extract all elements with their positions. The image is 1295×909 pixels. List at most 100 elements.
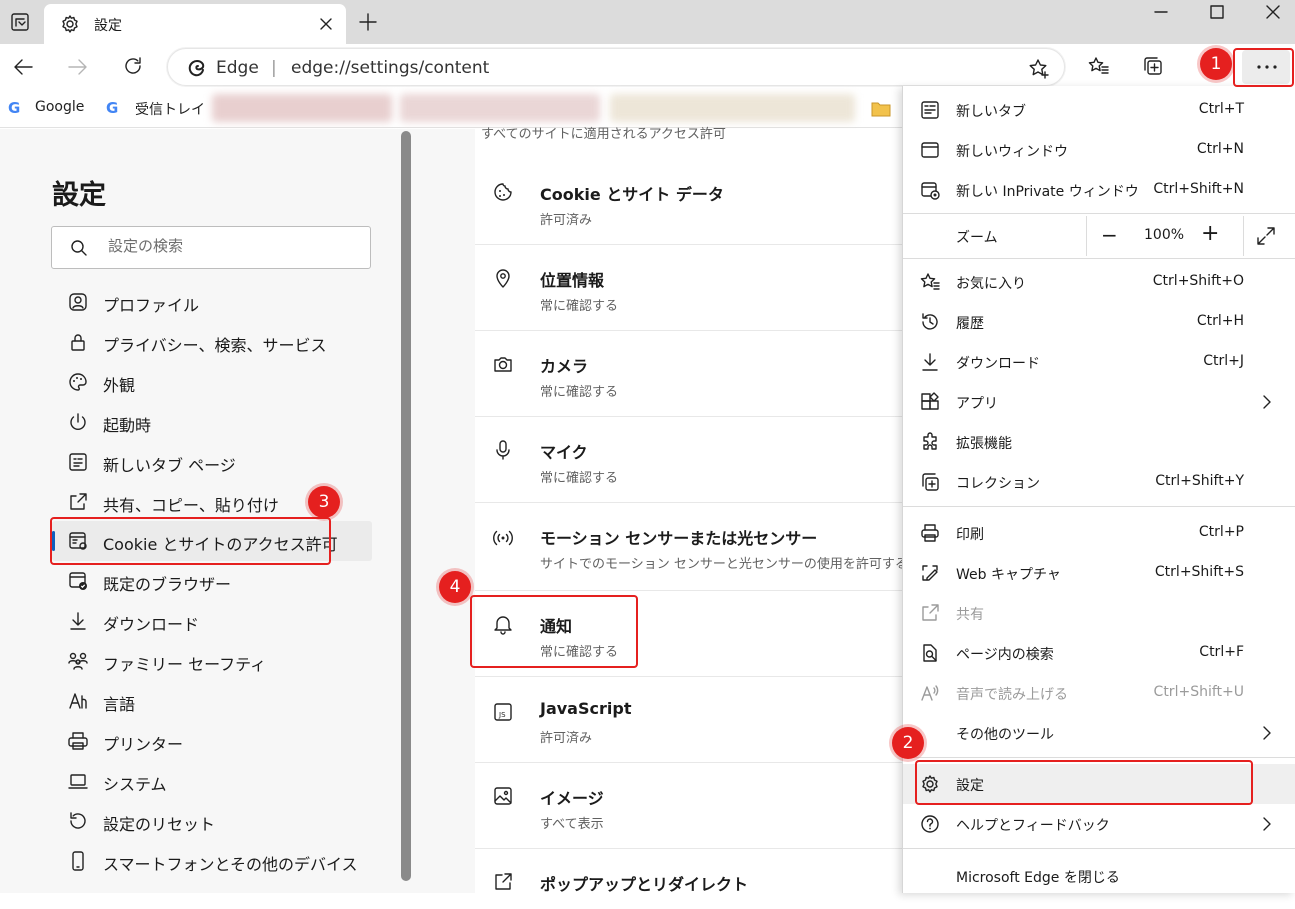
forward-icon[interactable] [67, 56, 89, 78]
search-icon [71, 240, 87, 256]
permission-camera[interactable]: カメラ 常に確認する [475, 331, 915, 417]
permission-title: イメージ [540, 789, 604, 808]
menu-read-aloud[interactable]: 音声で読み上げる Ctrl+Shift+U [903, 673, 1295, 713]
tab-actions-icon[interactable] [10, 12, 30, 32]
site-brand: Edge [216, 58, 259, 78]
nav-downloads[interactable]: ダウンロード [52, 601, 372, 641]
permission-images[interactable]: イメージ すべて表示 [475, 763, 915, 849]
permission-javascript[interactable]: JS JavaScript 許可済み [475, 677, 915, 763]
favorites-icon[interactable] [1087, 55, 1109, 77]
family-icon [68, 652, 88, 670]
zoom-out-button[interactable]: − [1101, 223, 1118, 247]
zoom-divider [1243, 216, 1244, 256]
nav-label: 既定のブラウザー [103, 575, 232, 594]
menu-collections[interactable]: コレクション Ctrl+Shift+Y [903, 462, 1295, 502]
nav-phone[interactable]: スマートフォンとその他のデバイス [52, 841, 372, 881]
permission-microphone[interactable]: マイク 常に確認する [475, 417, 915, 503]
menu-label: コレクション [956, 476, 1040, 492]
settings-search[interactable] [51, 226, 371, 269]
new-tab-icon [921, 101, 939, 119]
menu-history[interactable]: 履歴 Ctrl+H [903, 302, 1295, 342]
sidebar-scrollbar[interactable] [401, 131, 411, 881]
menu-new-window[interactable]: 新しいウィンドウ Ctrl+N [903, 130, 1295, 170]
nav-system[interactable]: システム [52, 761, 372, 801]
new-tab-page-icon [69, 453, 87, 471]
permission-motion-sensors[interactable]: モーション センサーまたは光センサー サイトでのモーション センサーと光センサー… [475, 503, 915, 591]
nav-default-browser[interactable]: 既定のブラウザー [52, 561, 372, 601]
menu-shortcut: Ctrl+N [1196, 141, 1244, 157]
maximize-icon[interactable] [1209, 4, 1225, 20]
folder-icon[interactable] [871, 100, 891, 118]
nav-startup[interactable]: 起動時 [52, 402, 372, 442]
nav-profile[interactable]: プロファイル [52, 282, 372, 322]
section-caption: すべてのサイトに適用されるアクセス許可 [481, 127, 726, 142]
menu-apps[interactable]: アプリ [903, 382, 1295, 422]
minimize-icon[interactable] [1153, 4, 1169, 20]
callout-badge-1: 1 [1200, 48, 1232, 80]
bookmark-google[interactable]: Google [35, 99, 84, 115]
menu-print[interactable]: 印刷 Ctrl+P [903, 513, 1295, 553]
google-g-icon: G [106, 99, 119, 117]
menu-more-tools[interactable]: その他のツール [903, 713, 1295, 753]
add-favorite-icon[interactable] [1028, 58, 1050, 80]
popup-icon [495, 873, 512, 890]
nav-label: 言語 [103, 695, 136, 714]
nav-privacy[interactable]: プライバシー、検索、サービス [52, 322, 372, 362]
nav-reset[interactable]: 設定のリセット [52, 801, 372, 841]
menu-zoom: ズーム − 100% + [903, 216, 1295, 256]
menu-label: ダウンロード [956, 356, 1040, 372]
nav-printer[interactable]: プリンター [52, 721, 372, 761]
search-input[interactable] [108, 237, 348, 255]
close-tab-icon[interactable] [318, 16, 334, 32]
menu-close-edge[interactable]: Microsoft Edge を閉じる [903, 856, 1295, 896]
download-icon [70, 612, 86, 630]
nav-language[interactable]: 言語 [52, 681, 372, 721]
close-window-icon[interactable] [1265, 4, 1281, 20]
menu-share[interactable]: 共有 [903, 593, 1295, 633]
menu-find[interactable]: ページ内の検索 Ctrl+F [903, 633, 1295, 673]
apps-icon [921, 392, 939, 410]
refresh-icon[interactable] [122, 55, 144, 77]
callout-badge-2: 2 [892, 727, 924, 759]
nav-label: ダウンロード [103, 615, 200, 634]
back-icon[interactable] [12, 56, 34, 78]
url-text[interactable]: edge://settings/content [291, 58, 489, 78]
menu-shortcut: Ctrl+Shift+S [1154, 564, 1244, 580]
menu-favorites[interactable]: お気に入り Ctrl+Shift+O [903, 262, 1295, 302]
bookmark-inbox[interactable]: 受信トレイ [135, 99, 205, 119]
menu-divider [903, 757, 1295, 758]
permission-subtitle: すべて表示 [540, 817, 604, 832]
permission-title: マイク [540, 443, 588, 462]
permission-location[interactable]: 位置情報 常に確認する [475, 245, 915, 331]
menu-label: その他のツール [956, 727, 1054, 743]
menu-new-tab[interactable]: 新しいタブ Ctrl+T [903, 90, 1295, 130]
menu-web-capture[interactable]: Web キャプチャ Ctrl+Shift+S [903, 553, 1295, 593]
nav-label: システム [103, 775, 167, 794]
menu-label: ズーム [956, 230, 998, 246]
menu-shortcut: Ctrl+Shift+U [1153, 684, 1244, 700]
permission-popups[interactable]: ポップアップとリダイレクト [475, 849, 915, 909]
blurred-bookmarks [212, 94, 392, 122]
menu-downloads[interactable]: ダウンロード Ctrl+J [903, 342, 1295, 382]
nav-appearance[interactable]: 外観 [52, 362, 372, 402]
permission-cookies[interactable]: Cookie とサイト データ 許可済み [475, 159, 915, 245]
fullscreen-icon[interactable] [1256, 226, 1276, 246]
image-icon [494, 787, 512, 805]
motion-sensor-icon [493, 530, 513, 546]
menu-help[interactable]: ヘルプとフィードバック [903, 804, 1295, 844]
active-tab[interactable]: 設定 [44, 4, 346, 44]
callout-box-more-button [1233, 48, 1294, 87]
address-bar[interactable]: Edge | edge://settings/content [167, 48, 1065, 86]
menu-extensions[interactable]: 拡張機能 [903, 422, 1295, 462]
permission-title: Cookie とサイト データ [540, 185, 724, 204]
menu-label: Web キャプチャ [956, 567, 1061, 583]
zoom-in-button[interactable]: + [1201, 221, 1219, 246]
collections-icon[interactable] [1142, 55, 1164, 77]
zoom-level: 100% [1144, 227, 1185, 243]
menu-label: Microsoft Edge を閉じる [956, 870, 1120, 886]
menu-new-inprivate[interactable]: 新しい InPrivate ウィンドウ Ctrl+Shift+N [903, 170, 1295, 210]
nav-family[interactable]: ファミリー セーフティ [52, 641, 372, 681]
power-icon [70, 413, 86, 431]
new-tab-icon[interactable] [358, 12, 378, 32]
nav-new-tab-page[interactable]: 新しいタブ ページ [52, 442, 372, 482]
